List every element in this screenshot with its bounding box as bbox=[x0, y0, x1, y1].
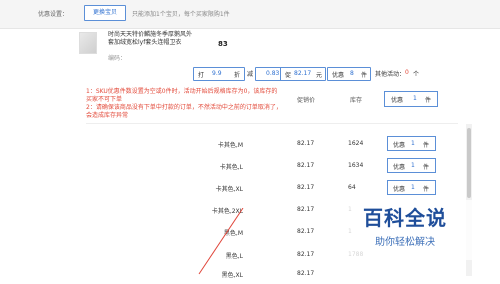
promo-price-input[interactable]: 促 82.17 元 bbox=[280, 67, 326, 81]
sku-pref-unit: 件 bbox=[423, 164, 430, 171]
change-item-button[interactable]: 更换宝贝 bbox=[84, 5, 126, 21]
product-title: 时尚天天特价麟施冬季厚鹅风外套加绒宽松lyf套头连帽卫衣 bbox=[108, 31, 193, 46]
annotation-line bbox=[198, 208, 244, 275]
pref-label: 优惠 bbox=[332, 72, 345, 79]
notice-line-1: 1：SKU优惠件数设置为空或0件时，活动开始后规格库存为0，该库存的买家不可下单 bbox=[86, 88, 278, 103]
sku-stock: 1624 bbox=[348, 140, 364, 147]
product-thumbnail[interactable] bbox=[79, 32, 97, 54]
minus-label: 减 bbox=[247, 71, 254, 78]
notice-line-2: 2：请确保该商品没有下单中打款的订单，不然活动中之前的订单取消了，会造成库存异常 bbox=[86, 104, 282, 119]
sku-price: 82.17 bbox=[297, 251, 315, 258]
sku-name: 卡其色,M bbox=[217, 142, 243, 149]
sku-stock: 64 bbox=[348, 184, 356, 191]
fold-value: 9.9 bbox=[212, 70, 222, 77]
annotation-arrow-lines bbox=[198, 208, 244, 275]
fold-discount-input[interactable]: 打 9.9 折 bbox=[193, 67, 245, 81]
sku-price: 82.17 bbox=[297, 162, 315, 169]
sku-pref-unit: 件 bbox=[423, 142, 430, 149]
other-activity-count: 0 bbox=[405, 69, 409, 76]
sku-pref-label: 优惠 bbox=[393, 164, 406, 171]
sku-pref-input[interactable]: 优惠 1 件 bbox=[387, 158, 436, 173]
sku-pref-input[interactable]: 优惠 1 件 bbox=[387, 136, 436, 151]
bulk-pref-label: 优惠 bbox=[391, 97, 404, 104]
promo-unit: 元 bbox=[316, 72, 323, 79]
fold-label: 打 bbox=[198, 72, 205, 79]
fold-unit: 折 bbox=[234, 72, 241, 79]
discount-settings-label: 优惠设置： bbox=[38, 11, 69, 18]
sku-name: 卡其色,XL bbox=[215, 186, 243, 193]
sku-name: 卡其色,L bbox=[219, 164, 243, 171]
stock-column-header: 库存 bbox=[350, 97, 363, 104]
minus-value: 0.83 bbox=[266, 70, 280, 77]
discount-bar: 打 9.9 折 减 0.83 元 促 82.17 元 优惠 8 件 其他活动： … bbox=[191, 64, 500, 82]
watermark-title: 百科全说 bbox=[363, 206, 447, 230]
watermark-logo: 百科全说 助你轻松解决 bbox=[345, 200, 495, 260]
other-activity-label: 其他活动： bbox=[375, 71, 406, 78]
top-toolbar bbox=[0, 0, 500, 29]
sku-price: 82.17 bbox=[297, 228, 315, 235]
limit-hint: 只能添加1个宝贝，每个买家限购1件 bbox=[132, 11, 230, 18]
sku-price: 82.17 bbox=[297, 140, 315, 147]
sku-pref-value: 1 bbox=[411, 184, 415, 191]
sku-pref-value: 1 bbox=[411, 162, 415, 169]
sku-price: 82.17 bbox=[297, 206, 315, 213]
sku-pref-value: 1 bbox=[411, 140, 415, 147]
sku-pref-label: 优惠 bbox=[393, 186, 406, 193]
pref-unit: 件 bbox=[361, 72, 368, 79]
sku-pref-label: 优惠 bbox=[393, 142, 406, 149]
watermark-subtitle: 助你轻松解决 bbox=[375, 237, 435, 248]
sku-pref-input[interactable]: 优惠 1 件 bbox=[387, 180, 436, 195]
product-price: 83 bbox=[218, 40, 228, 48]
other-activity-unit: 个 bbox=[413, 71, 420, 78]
limit-quantity-input[interactable]: 优惠 8 件 bbox=[327, 67, 371, 81]
promo-value: 82.17 bbox=[294, 70, 312, 77]
product-code-label: 编码： bbox=[108, 55, 127, 62]
bulk-pref-value: 1 bbox=[413, 95, 417, 102]
sku-stock: 1634 bbox=[348, 162, 364, 169]
price-column-header: 促销价 bbox=[297, 97, 316, 104]
header-divider bbox=[86, 123, 458, 124]
sku-price: 82.17 bbox=[297, 184, 315, 191]
table-row: 卡其色,XL 82.17 64 优惠 1 件 bbox=[86, 176, 458, 198]
notice-text: 1：SKU优惠件数设置为空或0件时，活动开始后规格库存为0，该库存的买家不可下单… bbox=[86, 88, 396, 120]
bulk-pref-unit: 件 bbox=[425, 97, 432, 104]
sku-pref-unit: 件 bbox=[423, 186, 430, 193]
table-row: 卡其色,L 82.17 1634 优惠 1 件 bbox=[86, 154, 458, 176]
scrollbar-thumb[interactable] bbox=[467, 128, 471, 198]
promo-label: 促 bbox=[285, 72, 292, 79]
table-row: 黑色,XL 82.17 bbox=[86, 262, 458, 284]
pref-value: 8 bbox=[350, 70, 354, 77]
table-row: 卡其色,M 82.17 1624 优惠 1 件 bbox=[86, 132, 458, 154]
bulk-pref-input[interactable]: 优惠 1 件 bbox=[384, 91, 438, 107]
